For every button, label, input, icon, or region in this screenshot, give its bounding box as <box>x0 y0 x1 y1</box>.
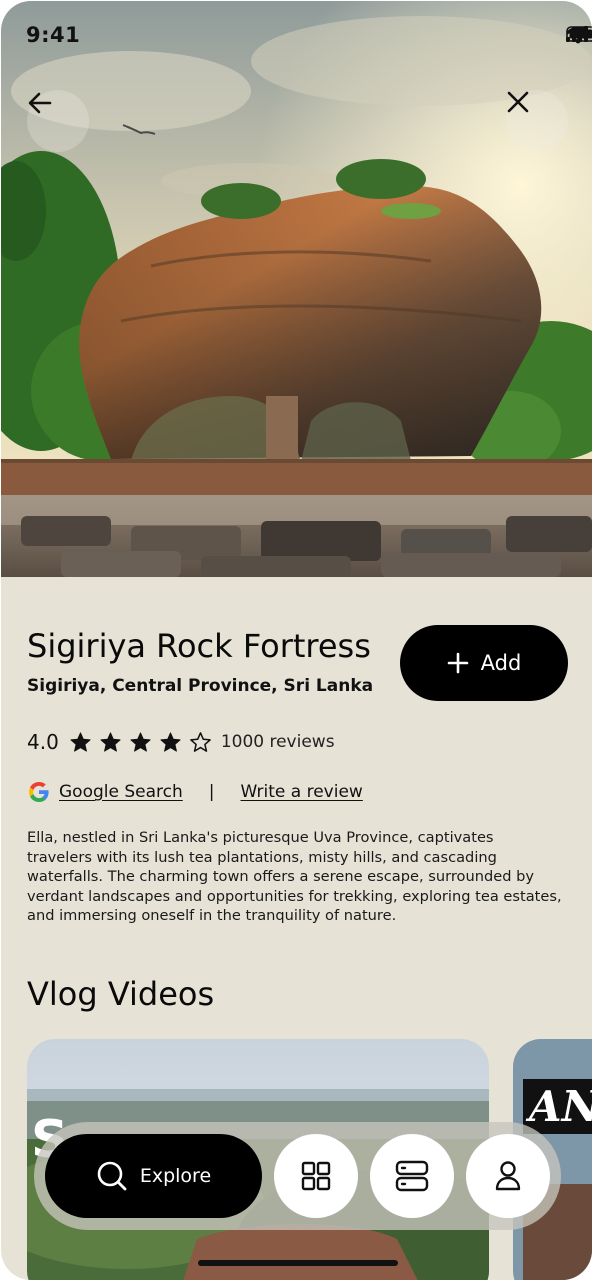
star-filled-icon <box>100 731 121 752</box>
back-button[interactable] <box>27 90 89 152</box>
battery-icon <box>566 26 592 42</box>
home-indicator <box>198 1260 398 1266</box>
close-icon <box>507 91 529 113</box>
user-icon <box>495 1161 521 1191</box>
star-filled-icon <box>160 731 181 752</box>
write-review-link[interactable]: Write a review <box>241 782 363 802</box>
star-filled-icon <box>70 731 91 752</box>
google-logo-icon <box>29 782 49 802</box>
links-row: Google Search | Write a review <box>27 779 363 805</box>
place-title: Sigiriya Rock Fortress <box>27 627 371 665</box>
grid-tab[interactable] <box>274 1134 358 1218</box>
star-rating <box>69 731 212 754</box>
plus-icon <box>447 652 468 674</box>
explore-label: Explore <box>139 1165 212 1187</box>
star-outline-icon <box>189 731 211 752</box>
server-icon <box>395 1160 429 1192</box>
video-overlay-text: AN <box>525 1082 592 1131</box>
add-button[interactable]: Add <box>400 625 568 701</box>
rating-row: 4.0 1000 reviews <box>27 727 335 757</box>
saved-tab[interactable] <box>370 1134 454 1218</box>
star-filled-icon <box>130 731 151 752</box>
link-separator: | <box>208 782 215 802</box>
place-description: Ella, nestled in Sri Lanka's picturesque… <box>27 829 562 925</box>
close-button[interactable] <box>506 90 568 152</box>
explore-tab[interactable]: Explore <box>45 1134 262 1218</box>
sigiriya-rock-photo <box>1 1 592 577</box>
arrow-left-icon <box>28 92 52 114</box>
add-button-label: Add <box>480 651 522 675</box>
search-icon <box>97 1161 127 1191</box>
grid-icon <box>301 1161 331 1191</box>
google-search-link[interactable]: Google Search <box>59 782 183 802</box>
rating-value: 4.0 <box>27 730 59 754</box>
hero-image: 9:41 <box>1 1 592 577</box>
profile-tab[interactable] <box>466 1134 550 1218</box>
status-bar: 9:41 <box>1 1 592 71</box>
app-screen: 9:41 Sigiriya Rock Fortress Sigiriya, Ce… <box>1 1 592 1280</box>
reviews-count: 1000 reviews <box>220 732 335 752</box>
place-location: Sigiriya, Central Province, Sri Lanka <box>27 676 374 696</box>
status-time: 9:41 <box>26 23 81 47</box>
bottom-navigation: Explore <box>34 1122 561 1230</box>
vlog-section-title: Vlog Videos <box>27 975 215 1013</box>
